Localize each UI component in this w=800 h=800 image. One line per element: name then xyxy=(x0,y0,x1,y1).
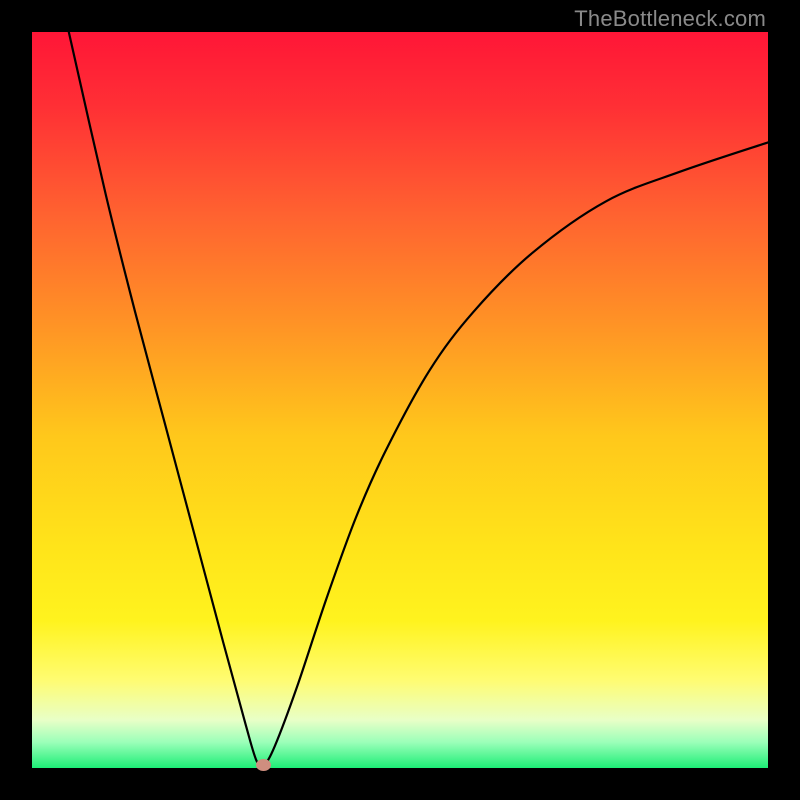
curve-layer xyxy=(32,32,768,768)
min-point-marker xyxy=(256,759,271,771)
bottleneck-curve xyxy=(69,32,768,767)
watermark-text: TheBottleneck.com xyxy=(574,6,766,32)
plot-area xyxy=(32,32,768,768)
